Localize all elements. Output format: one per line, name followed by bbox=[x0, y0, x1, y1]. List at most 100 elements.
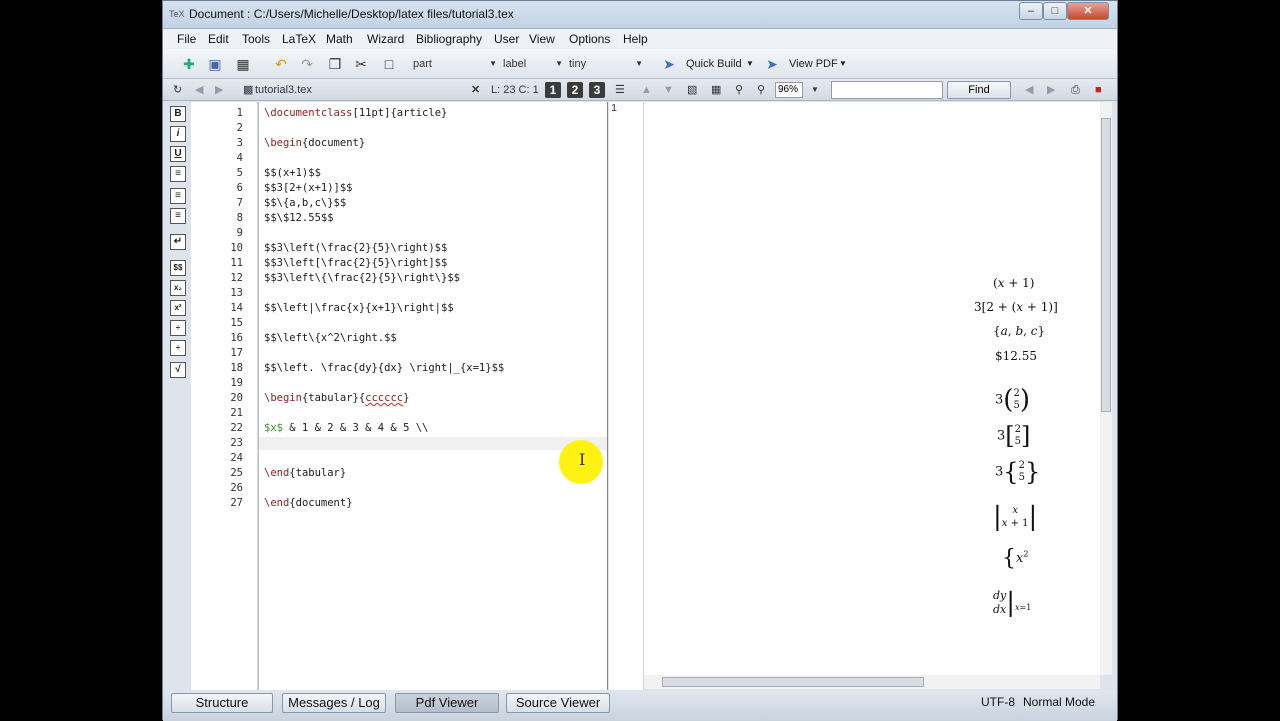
chevron-down-icon[interactable]: ▼ bbox=[746, 55, 754, 73]
tab-source-viewer[interactable]: Source Viewer bbox=[506, 693, 610, 713]
italic-icon[interactable]: i bbox=[170, 126, 186, 142]
tab-structure[interactable]: Structure bbox=[171, 693, 273, 713]
code-line: \begin{tabular}{cccccc} bbox=[264, 392, 410, 404]
menu-tools[interactable]: Tools bbox=[242, 32, 270, 46]
previous-icon[interactable]: ◀ bbox=[1025, 82, 1033, 98]
menu-wizard[interactable]: Wizard bbox=[367, 32, 404, 46]
pdf-horizontal-scrollbar[interactable] bbox=[644, 675, 1100, 689]
arrow-up-icon[interactable]: ▲ bbox=[641, 82, 652, 98]
close-document-icon[interactable]: ✕ bbox=[471, 82, 480, 98]
close-button[interactable]: ✕ bbox=[1067, 2, 1109, 20]
find-button[interactable]: Find bbox=[947, 81, 1011, 99]
align-right-icon[interactable]: ≡ bbox=[170, 208, 186, 224]
align-left-icon[interactable]: ≡ bbox=[170, 166, 186, 182]
line-number: 15 bbox=[230, 317, 243, 329]
print-icon[interactable]: ⎙ bbox=[1071, 82, 1080, 98]
subscript-icon[interactable]: x₂ bbox=[170, 280, 186, 296]
line-number: 16 bbox=[230, 332, 243, 344]
label-combo[interactable]: label ▼ bbox=[499, 55, 565, 73]
tab-pdf-viewer[interactable]: Pdf Viewer bbox=[395, 693, 499, 713]
pdf-formula: {a, b, c} bbox=[993, 324, 1046, 338]
newline-icon[interactable]: ↵ bbox=[170, 234, 186, 250]
line-number: 24 bbox=[230, 452, 243, 464]
new-file-icon[interactable]: ✚ bbox=[179, 54, 199, 74]
redo-icon[interactable]: ↷ bbox=[297, 54, 317, 74]
chevron-down-icon: ▼ bbox=[555, 59, 563, 68]
part-combo[interactable]: part ▼ bbox=[409, 55, 499, 73]
forward-icon[interactable]: ▶ bbox=[215, 82, 223, 98]
view-2-button[interactable]: 2 bbox=[567, 82, 583, 98]
save-icon[interactable]: ▦ bbox=[233, 54, 253, 74]
menu-latex[interactable]: LaTeX bbox=[282, 32, 316, 46]
quick-build-arrow-icon[interactable]: ➤ bbox=[659, 54, 679, 74]
maximize-button[interactable]: □ bbox=[1043, 2, 1067, 20]
menu-options[interactable]: Options bbox=[569, 32, 610, 46]
menu-user[interactable]: User bbox=[494, 32, 519, 46]
back-icon[interactable]: ◀ bbox=[195, 82, 203, 98]
zoom-in-icon[interactable]: ⚲ bbox=[735, 82, 743, 98]
view-pdf-label[interactable]: View PDF bbox=[789, 55, 838, 73]
code-line: $$(x+1)$$ bbox=[264, 167, 321, 179]
copy-icon[interactable]: ❐ bbox=[325, 54, 345, 74]
document-tab[interactable]: tutorial3.tex bbox=[255, 82, 312, 98]
size-combo[interactable]: tiny ▼ bbox=[565, 55, 645, 73]
line-number: 6 bbox=[236, 182, 243, 194]
scroll-thumb[interactable] bbox=[1101, 118, 1111, 412]
math-mode-icon[interactable]: $$ bbox=[170, 260, 186, 276]
bottom-panel-bar: Structure Messages / Log Pdf Viewer Sour… bbox=[163, 691, 1117, 721]
arrow-down-icon[interactable]: ▼ bbox=[663, 82, 674, 98]
chevron-down-icon[interactable]: ▼ bbox=[811, 82, 819, 98]
menu-help[interactable]: Help bbox=[623, 32, 648, 46]
line-number: 4 bbox=[236, 152, 243, 164]
fraction-icon[interactable]: ÷ bbox=[170, 320, 186, 336]
sqrt-icon[interactable]: √ bbox=[170, 362, 186, 378]
quick-build-label[interactable]: Quick Build bbox=[686, 55, 742, 73]
pdf-search-input[interactable] bbox=[831, 81, 943, 99]
scroll-thumb[interactable] bbox=[662, 677, 924, 687]
menu-math[interactable]: Math bbox=[326, 32, 353, 46]
bold-icon[interactable]: B bbox=[170, 106, 186, 122]
encoding-status: UTF-8 bbox=[981, 695, 1015, 709]
line-number: 5 bbox=[236, 167, 243, 179]
pdf-formula: 3[2 5] bbox=[997, 422, 1031, 450]
line-number: 13 bbox=[230, 287, 243, 299]
source-editor[interactable]: \documentclass[11pt]{article} \begin{doc… bbox=[258, 102, 608, 690]
pdf-formula: {x2 bbox=[1002, 546, 1029, 571]
dfrac-icon[interactable]: ÷ bbox=[170, 340, 186, 356]
line-number: 2 bbox=[236, 122, 243, 134]
current-line-highlight bbox=[259, 437, 607, 450]
page-icon[interactable]: ▧ bbox=[687, 82, 697, 98]
view-3-button[interactable]: 3 bbox=[589, 82, 605, 98]
next-icon[interactable]: ▶ bbox=[1047, 82, 1055, 98]
view-pdf-arrow-icon[interactable]: ➤ bbox=[762, 54, 782, 74]
menu-view[interactable]: View bbox=[529, 32, 555, 46]
external-viewer-icon[interactable]: ■ bbox=[1095, 82, 1102, 98]
code-line: $$\left|\frac{x}{x+1}\right|$$ bbox=[264, 302, 454, 314]
zoom-out-icon[interactable]: ⚲ bbox=[757, 82, 765, 98]
zoom-select[interactable]: 96% bbox=[775, 82, 803, 98]
pdf-viewer[interactable]: (x + 1) 3[2 + (x + 1)] {a, b, c} $12.55 … bbox=[644, 102, 1100, 675]
pages-icon[interactable]: ▦ bbox=[711, 82, 721, 98]
menu-edit[interactable]: Edit bbox=[208, 32, 229, 46]
align-center-icon[interactable]: ≡ bbox=[170, 188, 186, 204]
view-1-button[interactable]: 1 bbox=[545, 82, 561, 98]
structure-list-icon[interactable]: ☰ bbox=[615, 82, 625, 98]
chevron-down-icon: ▼ bbox=[635, 59, 643, 68]
menu-file[interactable]: File bbox=[177, 32, 196, 46]
tab-messages-log[interactable]: Messages / Log bbox=[282, 693, 386, 713]
open-file-icon[interactable]: ▣ bbox=[205, 54, 225, 74]
cut-icon[interactable]: ✂ bbox=[351, 54, 371, 74]
chevron-down-icon: ▼ bbox=[489, 59, 497, 68]
chevron-down-icon[interactable]: ▼ bbox=[839, 55, 847, 73]
underline-icon[interactable]: U bbox=[170, 146, 186, 162]
paste-icon[interactable]: □ bbox=[379, 54, 399, 74]
superscript-icon[interactable]: x² bbox=[170, 300, 186, 316]
line-number: 11 bbox=[230, 257, 243, 269]
refresh-icon[interactable]: ↻ bbox=[173, 82, 182, 98]
minimize-button[interactable]: – bbox=[1019, 2, 1043, 20]
menu-bibliography[interactable]: Bibliography bbox=[416, 32, 482, 46]
menu-bar: File Edit Tools LaTeX Math Wizard Biblio… bbox=[163, 29, 1117, 49]
pdf-vertical-scrollbar[interactable] bbox=[1100, 102, 1112, 675]
undo-icon[interactable]: ↶ bbox=[271, 54, 291, 74]
code-line: $$3\left[\frac{2}{5}\right]$$ bbox=[264, 257, 448, 269]
